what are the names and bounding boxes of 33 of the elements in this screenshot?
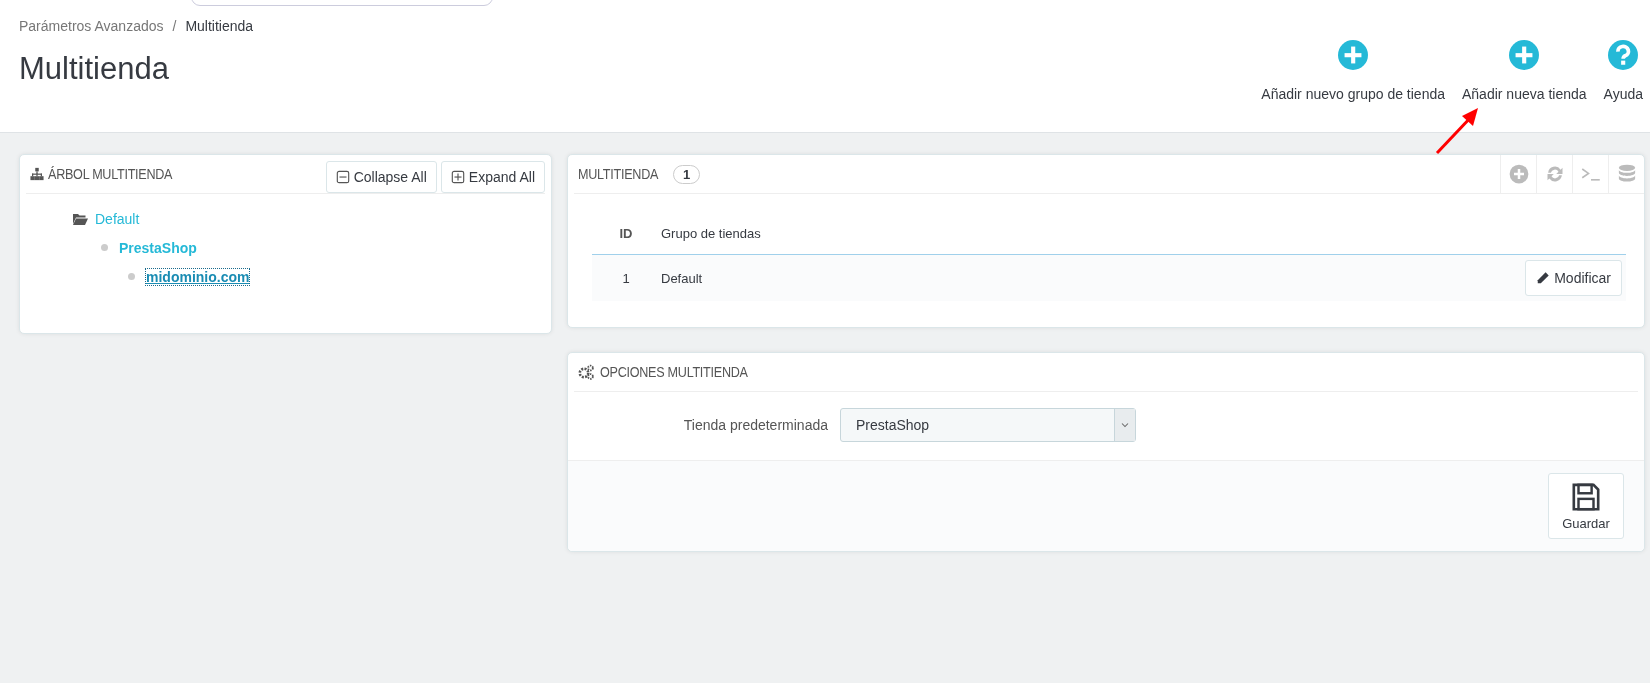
toolbar-button[interactable]: Añadir nuevo grupo de tienda	[1261, 40, 1445, 102]
gears-icon	[578, 364, 594, 380]
panel-title: ÁRBOL MULTITIENDA	[48, 166, 173, 182]
save-button[interactable]: Guardar	[1548, 473, 1624, 539]
panel-title: OPCIONES MULTITIENDA	[600, 364, 748, 380]
toolbar-button[interactable]: Añadir nueva tienda	[1462, 40, 1587, 102]
breadcrumb-separator: /	[172, 18, 177, 34]
add-icon[interactable]	[1508, 164, 1529, 184]
column-header: ID	[592, 212, 660, 255]
breadcrumb-link[interactable]: Parámetros Avanzados	[19, 18, 164, 34]
field-label: Tienda predeterminada	[682, 417, 829, 433]
panel-title: MULTITIENDA	[578, 166, 659, 182]
breadcrumb-current: Multitienda	[185, 18, 254, 34]
table-cell: 1	[592, 254, 660, 301]
table-cell: Default	[660, 254, 1143, 301]
plus-square-icon	[450, 170, 465, 184]
pencil-icon	[1536, 271, 1551, 285]
help-icon	[1608, 40, 1639, 70]
tree-toggle-button[interactable]: Collapse All	[325, 161, 437, 193]
plus-circle-icon	[1338, 40, 1369, 70]
bullet-icon	[101, 244, 108, 251]
bullet-icon	[128, 273, 135, 280]
sitemap-icon	[30, 167, 44, 181]
minus-square-icon	[335, 170, 350, 184]
store-select[interactable]: PrestaShop	[840, 408, 1136, 442]
tree-toggle-button[interactable]: Expand All	[440, 161, 545, 193]
page-title: Multitienda	[19, 51, 170, 87]
toolbar-button[interactable]: Ayuda	[1603, 40, 1643, 102]
plus-circle-icon	[1509, 40, 1540, 70]
edit-button[interactable]: Modificar	[1525, 260, 1622, 296]
column-header: Grupo de tiendas	[660, 212, 1143, 255]
tree-item-link[interactable]: midominio.com	[146, 268, 250, 285]
database-icon[interactable]	[1616, 164, 1637, 184]
